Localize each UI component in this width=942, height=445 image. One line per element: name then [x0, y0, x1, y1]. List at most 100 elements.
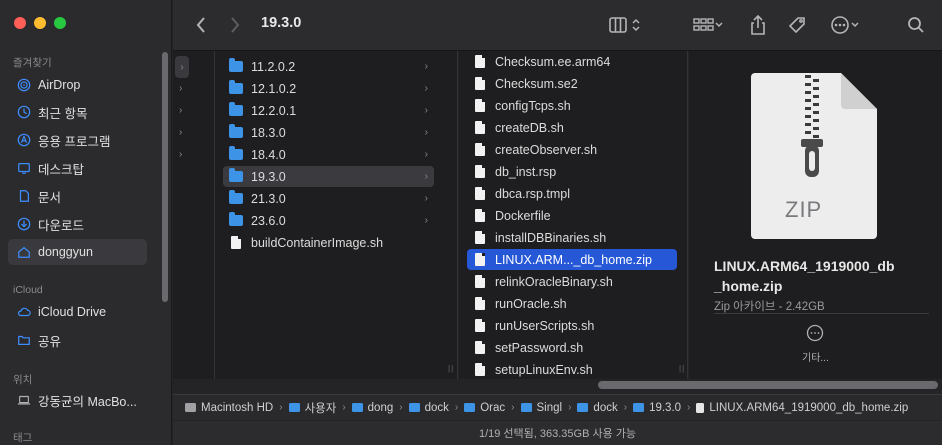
list-item-file[interactable]: relinkOracleBinary.sh: [467, 271, 677, 292]
file-icon: [473, 363, 488, 377]
list-item-file[interactable]: installDBBinaries.sh: [467, 227, 677, 248]
list-item-file[interactable]: setupLinuxEnv.sh: [467, 359, 677, 379]
folder-icon: [229, 58, 244, 74]
sidebar-scrollbar[interactable]: [162, 52, 168, 302]
document-icon: [16, 188, 32, 204]
sidebar-item-macbook[interactable]: 강동균의 MacBo...: [8, 387, 147, 413]
list-item-folder[interactable]: 12.1.0.2 ›: [223, 78, 434, 99]
list-item-file[interactable]: runOracle.sh: [467, 293, 677, 314]
chevron-right-icon: ›: [179, 149, 183, 160]
list-item-file[interactable]: db_inst.rsp: [467, 161, 677, 182]
sidebar-item-icloud-drive[interactable]: iCloud Drive: [8, 299, 147, 325]
path-segment[interactable]: LINUX.ARM64_1919000_db_home.zip: [696, 402, 908, 414]
disk-icon: [185, 403, 196, 412]
more-actions-icon[interactable]: [805, 323, 825, 343]
folder-icon: [229, 190, 244, 206]
path-segment[interactable]: dong: [351, 402, 393, 414]
list-item-file[interactable]: runUserScripts.sh: [467, 315, 677, 336]
chevron-right-icon: ›: [175, 56, 189, 78]
sidebar-item-applications[interactable]: 응용 프로그램: [8, 127, 147, 153]
file-icon: [473, 319, 488, 333]
file-icon: [473, 165, 488, 179]
sidebar-item-label: 데스크탑: [38, 162, 85, 177]
chevron-right-icon: ›: [424, 83, 428, 94]
sidebar-item-downloads[interactable]: 다운로드: [8, 211, 147, 237]
view-mode-button[interactable]: [603, 13, 647, 37]
list-item-folder-selected[interactable]: 19.3.0 ›: [223, 166, 434, 187]
clock-icon: [16, 104, 32, 120]
close-window-button[interactable]: [14, 17, 26, 29]
file-icon: [473, 99, 488, 113]
list-item-folder[interactable]: 12.2.0.1 ›: [223, 100, 434, 121]
more-actions-label[interactable]: 기타...: [802, 349, 829, 364]
back-button[interactable]: [191, 13, 211, 37]
share-icon: [751, 14, 765, 35]
path-separator: ›: [511, 402, 515, 413]
list-item-file[interactable]: buildContainerImage.sh: [223, 232, 434, 253]
tags-button[interactable]: [785, 13, 809, 37]
sidebar-item-shared[interactable]: 공유: [8, 327, 147, 353]
path-segment[interactable]: Orac: [464, 402, 505, 414]
list-item-file[interactable]: setPassword.sh: [467, 337, 677, 358]
path-segment[interactable]: Macintosh HD: [185, 402, 273, 414]
list-item-file[interactable]: createDB.sh: [467, 117, 677, 138]
share-button[interactable]: [747, 13, 769, 37]
list-item-folder[interactable]: 18.4.0 ›: [223, 144, 434, 165]
column-versions[interactable]: 11.2.0.2 › 12.1.0.2 › 12.2.0.1 › 18.3.0 › 18…: [215, 51, 458, 379]
path-segment[interactable]: 사용자: [288, 400, 336, 416]
list-item-folder[interactable]: 11.2.0.2 ›: [223, 56, 434, 77]
file-icon: [473, 143, 488, 157]
path-separator: ›: [342, 402, 346, 413]
finder-window: 즐겨찾기 AirDrop 최근 항목 응용 프로그램 데스크탑 문서 다운로드 …: [0, 0, 942, 445]
list-item-file[interactable]: createObserver.sh: [467, 139, 677, 160]
list-item-file[interactable]: configTcps.sh: [467, 95, 677, 116]
column-resize-handle[interactable]: ||: [679, 364, 685, 373]
horizontal-scrollbar[interactable]: [598, 381, 938, 389]
sidebar-item-recents[interactable]: 최근 항목: [8, 99, 147, 125]
list-item-folder[interactable]: 18.3.0 ›: [223, 122, 434, 143]
airdrop-icon: [16, 77, 32, 93]
zip-badge: ZIP: [785, 197, 823, 222]
path-separator: ›: [568, 402, 572, 413]
action-button[interactable]: [825, 13, 865, 37]
path-separator: ›: [399, 402, 403, 413]
ellipsis-circle-icon: [831, 16, 849, 34]
path-segment[interactable]: Singl: [520, 402, 562, 414]
download-icon: [16, 216, 32, 232]
desktop-icon: [16, 160, 32, 176]
list-item-file[interactable]: Dockerfile: [467, 205, 677, 226]
laptop-icon: [16, 392, 32, 408]
chevron-right-icon: ›: [179, 83, 183, 94]
path-segment[interactable]: dock: [408, 402, 449, 414]
folder-icon: [351, 403, 363, 412]
chevron-right-icon: [231, 17, 240, 33]
list-item-file[interactable]: Checksum.ee.arm64: [467, 51, 677, 72]
chevron-right-icon: ›: [424, 215, 428, 226]
column-resize-handle[interactable]: ||: [448, 364, 454, 373]
column-files[interactable]: Checksum.ee.arm64 Checksum.se2 configTcp…: [459, 51, 688, 379]
list-item-file-selected[interactable]: LINUX.ARM..._db_home.zip: [467, 249, 677, 270]
sidebar-item-desktop[interactable]: 데스크탑: [8, 155, 147, 181]
chevron-right-icon: ›: [424, 61, 428, 72]
chevron-right-icon: ›: [424, 149, 428, 160]
file-icon: [473, 209, 488, 223]
minimize-window-button[interactable]: [34, 17, 46, 29]
folder-icon: [408, 403, 420, 412]
group-button[interactable]: [687, 13, 729, 37]
list-item-file[interactable]: dbca.rsp.tmpl: [467, 183, 677, 204]
list-item-folder[interactable]: 23.6.0 ›: [223, 210, 434, 231]
list-item-folder[interactable]: 21.3.0 ›: [223, 188, 434, 209]
sidebar-item-documents[interactable]: 문서: [8, 183, 147, 209]
column-parent[interactable]: › › › › ›: [173, 51, 215, 379]
sidebar-item-airdrop[interactable]: AirDrop: [8, 72, 147, 98]
forward-button[interactable]: [225, 13, 245, 37]
path-segment[interactable]: dock: [577, 402, 618, 414]
maximize-window-button[interactable]: [54, 17, 66, 29]
chevron-right-icon: ›: [179, 105, 183, 116]
search-button[interactable]: [905, 13, 927, 37]
folder-icon: [633, 403, 645, 412]
sidebar-item-home[interactable]: donggyun: [8, 239, 147, 265]
list-item-file[interactable]: Checksum.se2: [467, 73, 677, 94]
file-icon: [473, 253, 488, 267]
path-segment[interactable]: 19.3.0: [633, 402, 681, 414]
